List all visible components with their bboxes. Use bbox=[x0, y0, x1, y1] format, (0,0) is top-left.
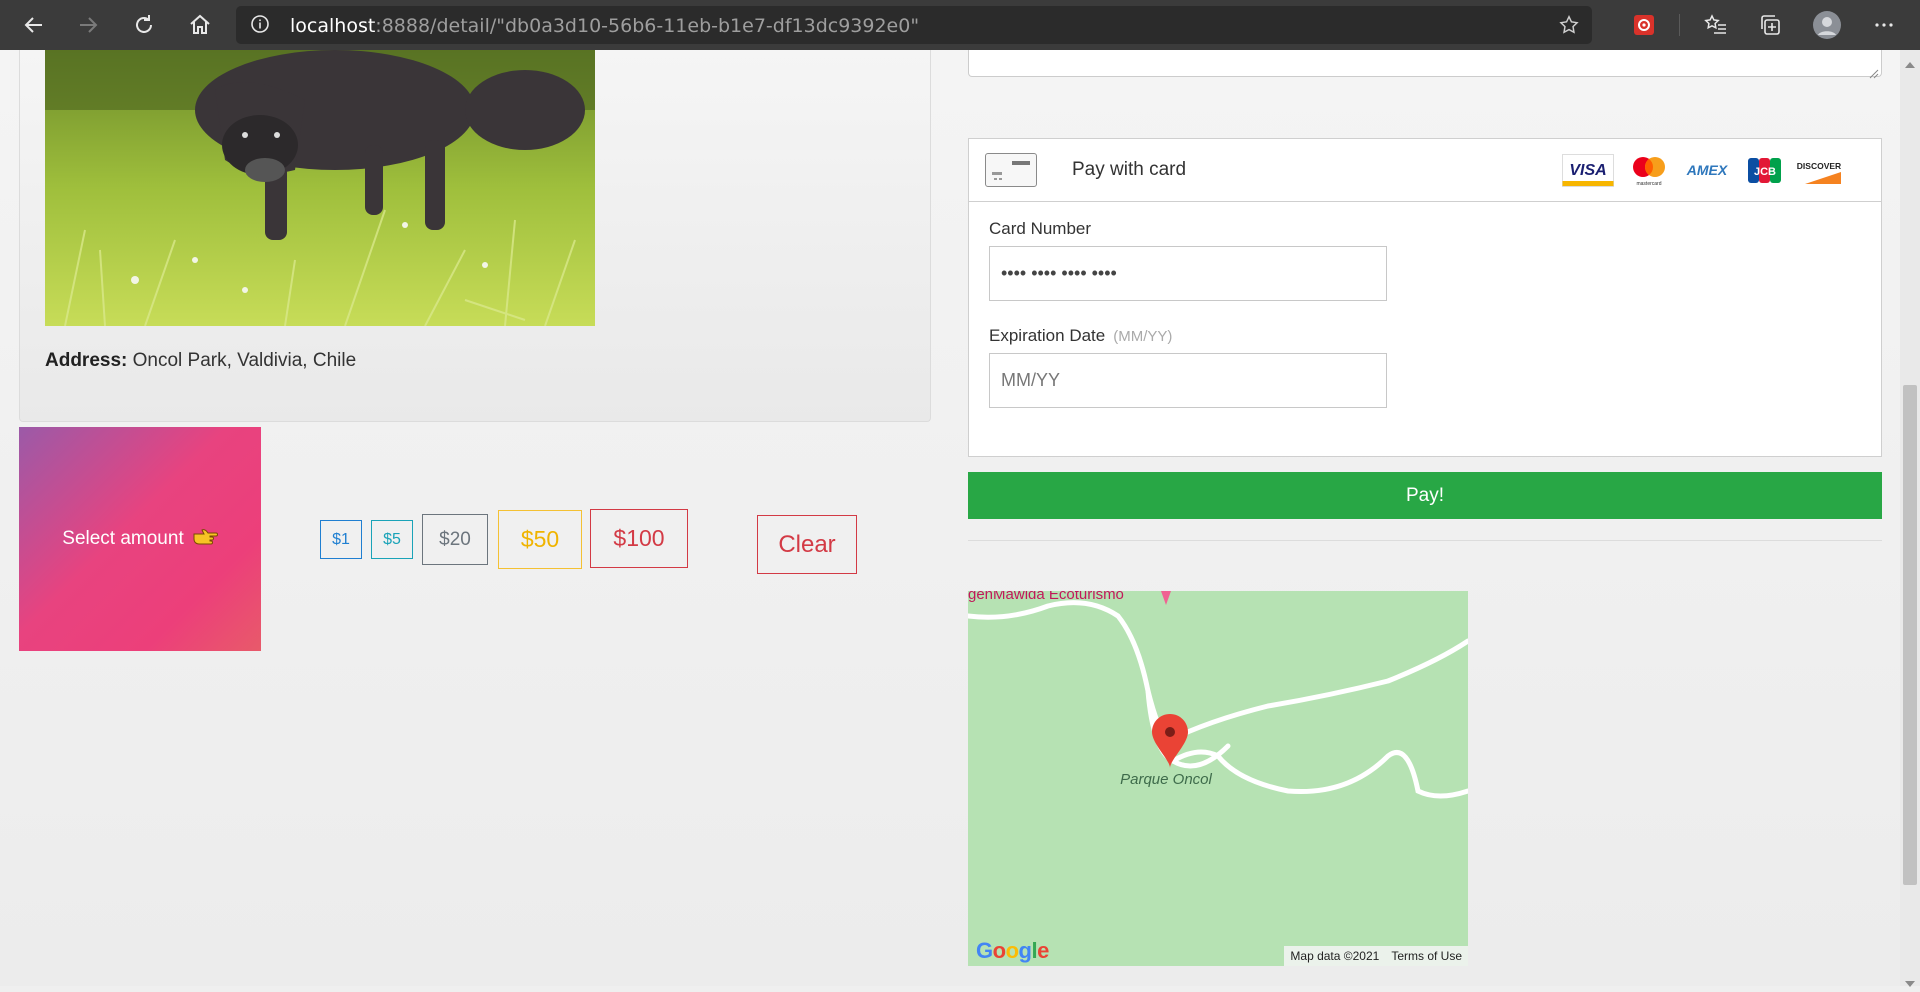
svg-text:VISA: VISA bbox=[1569, 162, 1606, 179]
scroll-down-icon[interactable] bbox=[1905, 973, 1915, 992]
expiration-date-label: Expiration Date (MM/YY) bbox=[989, 326, 1172, 346]
more-menu-icon[interactable] bbox=[1868, 9, 1900, 41]
url-text: localhost:8888/detail/"db0a3d10-56b6-11e… bbox=[290, 15, 919, 37]
divider bbox=[968, 540, 1882, 541]
message-textarea[interactable] bbox=[968, 50, 1882, 79]
page-content: Address: Oncol Park, Valdivia, Chile Sel… bbox=[0, 50, 1900, 986]
visa-icon: VISA bbox=[1562, 154, 1614, 187]
jcb-icon: JCB bbox=[1745, 154, 1785, 187]
expiration-date-input[interactable]: MM/YY bbox=[989, 353, 1387, 408]
amount-5-button[interactable]: $5 bbox=[371, 520, 413, 559]
card-number-label: Card Number bbox=[989, 219, 1092, 238]
map-view[interactable]: genMawida Ecoturismo Parque Oncol Google… bbox=[968, 591, 1468, 966]
expiration-hint: (MM/YY) bbox=[1113, 328, 1173, 345]
scrollbar-thumb[interactable] bbox=[1903, 385, 1917, 885]
google-logo[interactable]: Google bbox=[976, 938, 1049, 964]
favorite-star-icon[interactable] bbox=[1558, 14, 1580, 40]
back-icon[interactable] bbox=[18, 9, 50, 41]
svg-text:AMEX: AMEX bbox=[1686, 162, 1729, 178]
discover-icon: DISCOVER bbox=[1795, 154, 1843, 187]
pay-button[interactable]: Pay! bbox=[968, 472, 1882, 519]
home-icon[interactable] bbox=[184, 9, 216, 41]
map-place-label: Parque Oncol bbox=[1120, 771, 1212, 788]
amount-50-button[interactable]: $50 bbox=[498, 510, 582, 569]
address-text: Address: Oncol Park, Valdivia, Chile bbox=[45, 350, 356, 372]
amount-100-button[interactable]: $100 bbox=[590, 509, 688, 568]
pay-with-card-panel: Pay with card VISA mastercard AMEX JCB D… bbox=[968, 138, 1882, 457]
select-amount-label: Select amount bbox=[62, 528, 184, 549]
browser-toolbar: localhost:8888/detail/"db0a3d10-56b6-11e… bbox=[0, 0, 1920, 50]
pay-with-card-label: Pay with card bbox=[1072, 159, 1187, 180]
profile-avatar[interactable] bbox=[1811, 9, 1843, 41]
favorites-icon[interactable] bbox=[1700, 9, 1732, 41]
map-attribution: Map data ©2021 Terms of Use bbox=[1284, 946, 1468, 966]
map-data-label: Map data ©2021 bbox=[1290, 949, 1380, 963]
address-value: Oncol Park, Valdivia, Chile bbox=[132, 350, 357, 371]
address-bar[interactable]: localhost:8888/detail/"db0a3d10-56b6-11e… bbox=[236, 6, 1592, 44]
extension-icon[interactable] bbox=[1628, 9, 1660, 41]
url-path: :8888/detail/"db0a3d10-56b6-11eb-b1e7-df… bbox=[375, 15, 920, 37]
toolbar-separator bbox=[1679, 14, 1680, 36]
collections-icon[interactable] bbox=[1755, 9, 1787, 41]
animal-photo bbox=[45, 50, 595, 326]
clear-button[interactable]: Clear bbox=[757, 515, 857, 574]
pointing-hand-icon bbox=[192, 526, 218, 552]
card-number-input[interactable]: •••• •••• •••• •••• bbox=[989, 246, 1387, 301]
site-info-icon[interactable] bbox=[250, 14, 270, 34]
amex-icon: AMEX bbox=[1682, 154, 1732, 187]
mastercard-wordmark: mastercard bbox=[1636, 181, 1661, 187]
map-poi-label: genMawida Ecoturismo bbox=[968, 591, 1124, 603]
address-label: Address: bbox=[45, 350, 128, 371]
forward-icon[interactable] bbox=[72, 9, 104, 41]
card-panel-header: Pay with card VISA mastercard AMEX JCB D… bbox=[969, 139, 1881, 202]
amount-1-button[interactable]: $1 bbox=[320, 520, 362, 559]
svg-text:DISCOVER: DISCOVER bbox=[1797, 161, 1841, 171]
url-host: localhost bbox=[290, 15, 376, 37]
expiration-label-text: Expiration Date bbox=[989, 326, 1106, 345]
scroll-up-icon[interactable] bbox=[1905, 54, 1915, 73]
refresh-icon[interactable] bbox=[128, 9, 160, 41]
mastercard-icon: mastercard bbox=[1627, 154, 1671, 187]
svg-text:JCB: JCB bbox=[1754, 166, 1776, 178]
resize-grip-icon[interactable] bbox=[1869, 64, 1879, 79]
terms-of-use-link[interactable]: Terms of Use bbox=[1391, 949, 1462, 963]
amount-20-button[interactable]: $20 bbox=[422, 514, 488, 565]
credit-card-icon bbox=[985, 153, 1037, 187]
select-amount-panel: Select amount bbox=[19, 427, 261, 651]
